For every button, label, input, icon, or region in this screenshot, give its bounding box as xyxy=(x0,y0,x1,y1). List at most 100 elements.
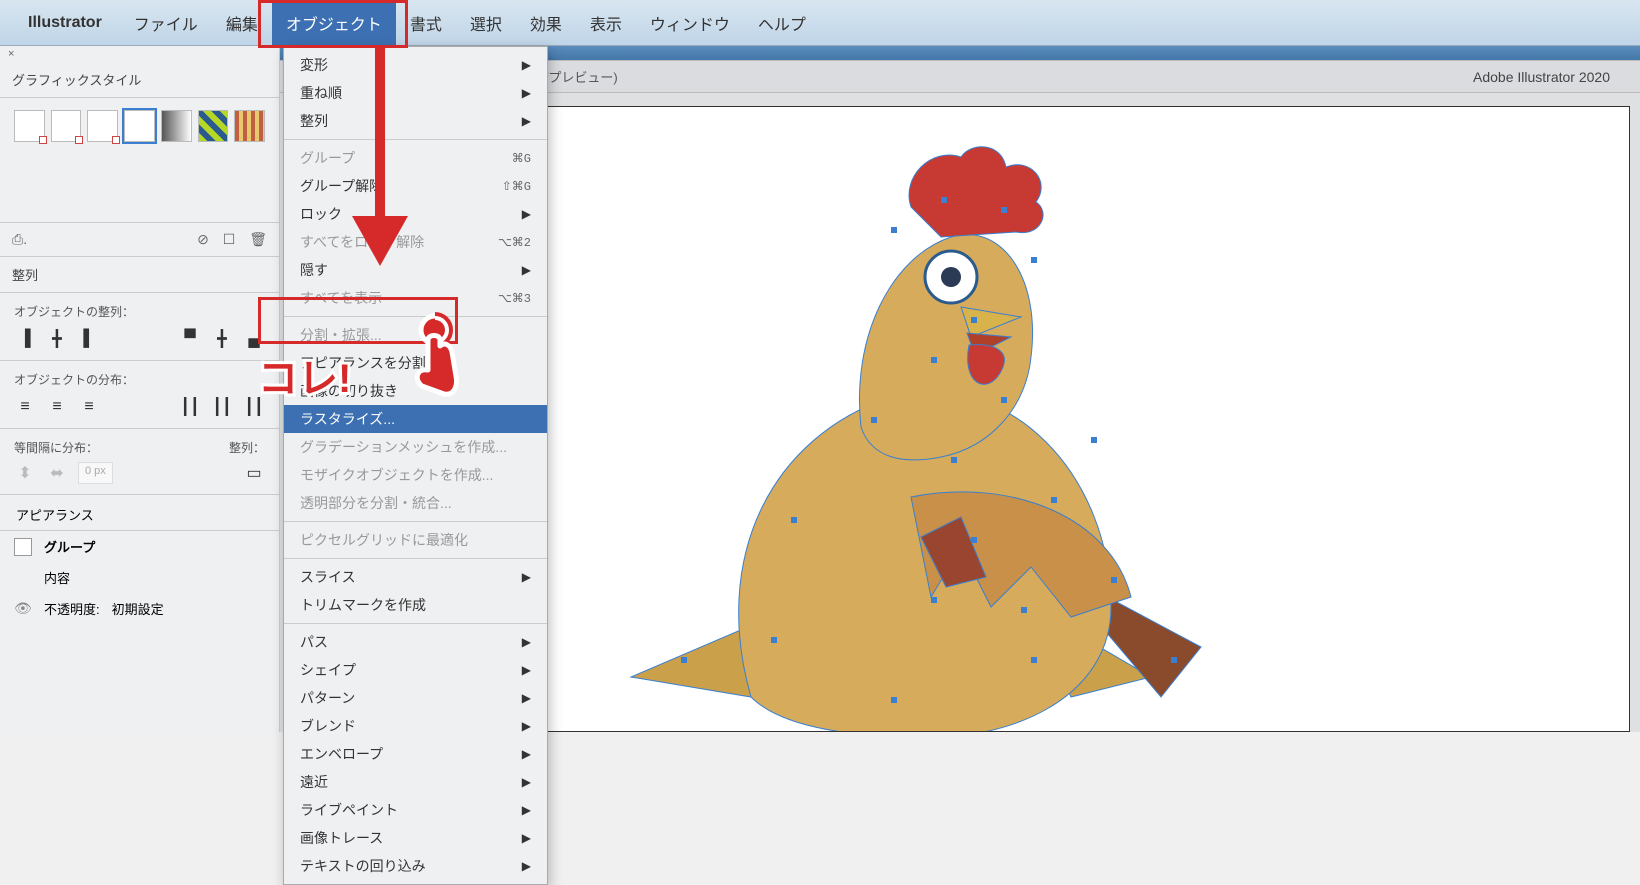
style-swatch[interactable] xyxy=(198,110,229,142)
menu-item[interactable]: シェイプ▶ xyxy=(284,656,547,684)
dist-left-icon[interactable]: ┃┃ xyxy=(179,396,201,418)
menu-separator xyxy=(284,139,547,140)
menu-file[interactable]: ファイル xyxy=(120,0,212,47)
appearance-opacity-row[interactable]: 👁 不透明度: 初期設定 xyxy=(0,593,279,624)
object-dropdown-menu: 変形▶ 重ね順 ▶ 整列 ▶ グループ ⌘G グループ解除 ⇧⌘G ロック▶ すべてをロック解除 ⌥⌘… xyxy=(283,46,548,885)
menu-item[interactable]: 遠近▶ xyxy=(284,768,547,796)
graphic-styles-grid xyxy=(0,98,279,223)
menu-select[interactable]: 選択 xyxy=(456,0,516,47)
submenu-arrow-icon: ▶ xyxy=(522,691,531,705)
menu-shortcut: ⇧⌘G xyxy=(502,179,531,194)
opacity-value[interactable]: 初期設定 xyxy=(112,599,164,618)
align-vcenter-icon[interactable]: ╋ xyxy=(211,328,233,350)
menu-item[interactable]: パターン ▶ xyxy=(284,684,547,712)
distribute-spacing-label: 等間隔に分布： xyxy=(14,439,98,456)
submenu-arrow-icon: ▶ xyxy=(522,114,531,128)
align-top-icon[interactable]: ▀ xyxy=(179,328,201,350)
submenu-arrow-icon: ▶ xyxy=(522,207,531,221)
dist-hcenter-icon[interactable]: ┃┃ xyxy=(211,396,233,418)
menu-effect[interactable]: 効果 xyxy=(516,0,576,47)
submenu-arrow-icon: ▶ xyxy=(522,86,531,100)
style-swatch[interactable] xyxy=(51,110,82,142)
menu-item[interactable]: 画像トレース▶ xyxy=(284,824,547,852)
appearance-group-row[interactable]: グループ xyxy=(0,531,279,562)
rooster-artwork[interactable] xyxy=(591,137,1291,732)
style-swatch[interactable] xyxy=(234,110,265,142)
menu-item[interactable]: エンベロープ▶ xyxy=(284,740,547,768)
align-panel-tab[interactable]: 整列 xyxy=(0,257,279,293)
align-right-icon[interactable]: ▌ xyxy=(78,328,100,350)
menu-item[interactable]: スライス▶ xyxy=(284,563,547,591)
menu-item-label: すべてをロック解除 xyxy=(300,232,424,252)
menu-shortcut: ⌥⌘3 xyxy=(498,291,531,306)
appearance-content-row[interactable]: 内容 xyxy=(0,562,279,593)
menu-view[interactable]: 表示 xyxy=(576,0,636,47)
menu-item-label: 重ね順 xyxy=(300,83,342,103)
menu-item[interactable]: パス▶ xyxy=(284,628,547,656)
menu-item[interactable]: ロック▶ xyxy=(284,200,547,228)
group-label: グループ xyxy=(44,537,95,556)
style-swatch-selected[interactable] xyxy=(124,110,155,142)
style-swatch[interactable] xyxy=(87,110,118,142)
visibility-eye-icon[interactable]: 👁 xyxy=(14,600,32,617)
menu-item[interactable]: ブレンド▶ xyxy=(284,712,547,740)
panel-close-icon[interactable]: × xyxy=(0,46,279,62)
dist-top-icon[interactable]: ≡ xyxy=(14,396,36,418)
menu-shortcut: ⌘G xyxy=(512,151,531,166)
appearance-panel: アピアランス グループ 内容 👁 不透明度: 初期設定 xyxy=(0,495,279,624)
menu-item-label: ラスタライズ... xyxy=(300,409,395,429)
menu-item-label: 整列 xyxy=(300,111,328,131)
menu-item[interactable]: トリムマークを作成 xyxy=(284,591,547,619)
menu-item[interactable]: 重ね順 ▶ xyxy=(284,79,547,107)
menu-item[interactable]: 変形▶ xyxy=(284,51,547,79)
break-link-icon[interactable]: ⊘ xyxy=(197,231,209,247)
menu-edit[interactable]: 編集 xyxy=(212,0,272,47)
menu-item[interactable]: ライブペイント▶ xyxy=(284,796,547,824)
menu-item-label: パターン xyxy=(300,688,355,708)
menu-type[interactable]: 書式 xyxy=(396,0,456,47)
menu-item-label: グループ解除 xyxy=(300,176,383,196)
menu-item-label: 透明部分を分割・統合... xyxy=(300,493,452,513)
menubar: Illustrator ファイル 編集 オブジェクト 書式 選択 効果 表示 ウ… xyxy=(0,0,1640,46)
appearance-tab[interactable]: アピアランス xyxy=(0,495,279,531)
menu-item[interactable]: 隠す ▶ xyxy=(284,256,547,284)
submenu-arrow-icon: ▶ xyxy=(522,263,531,277)
menu-item[interactable]: 整列 ▶ xyxy=(284,107,547,135)
dist-hspace-icon[interactable]: ⬌ xyxy=(46,462,68,484)
annotation-tap-hand-icon xyxy=(400,310,470,400)
menu-item-label: 隠す xyxy=(300,260,328,280)
menu-help[interactable]: ヘルプ xyxy=(744,0,820,47)
dist-vcenter-icon[interactable]: ≡ xyxy=(46,396,68,418)
menu-item: グラデーションメッシュを作成... xyxy=(284,433,547,461)
style-swatch[interactable] xyxy=(14,110,45,142)
align-left-icon[interactable]: ▐ xyxy=(14,328,36,350)
style-swatch[interactable] xyxy=(161,110,192,142)
menu-item[interactable]: グループ解除 ⇧⌘G xyxy=(284,172,547,200)
library-icon[interactable]: ⎙. xyxy=(12,231,27,248)
workspace: × グラフィックスタイル ⎙. ⊘ ☐ 🗑 整列 オブジェクトの整列： ▐ xyxy=(0,46,1640,732)
align-to-label: 整列： xyxy=(229,439,265,456)
menu-item-label: ライブペイント xyxy=(300,800,398,820)
menu-separator xyxy=(284,558,547,559)
dist-vspace-icon[interactable]: ⬍ xyxy=(14,462,36,484)
menu-window[interactable]: ウィンドウ xyxy=(636,0,744,47)
graphic-styles-panel-tab[interactable]: グラフィックスタイル xyxy=(0,62,279,98)
align-to-selection-icon[interactable]: ▭ xyxy=(243,462,265,484)
submenu-arrow-icon: ▶ xyxy=(522,747,531,761)
menu-item[interactable]: ラスタライズ... xyxy=(284,405,547,433)
app-name[interactable]: Illustrator xyxy=(28,14,102,32)
delete-style-icon[interactable]: 🗑 xyxy=(249,231,267,247)
menu-item[interactable]: テキストの回り込み▶ xyxy=(284,852,547,880)
spacing-value-field[interactable]: 0 px xyxy=(78,462,113,484)
dist-bottom-icon[interactable]: ≡ xyxy=(78,396,100,418)
opacity-label: 不透明度: xyxy=(44,599,100,618)
menu-separator xyxy=(284,623,547,624)
new-style-icon[interactable]: ☐ xyxy=(223,231,236,247)
align-hcenter-icon[interactable]: ╋ xyxy=(46,328,68,350)
menu-object[interactable]: オブジェクト xyxy=(272,0,396,47)
menu-item-label: グループ xyxy=(300,148,355,168)
menu-item-label: シェイプ xyxy=(300,660,356,680)
menu-item-label: トリムマークを作成 xyxy=(300,595,426,615)
menu-item: 透明部分を分割・統合... xyxy=(284,489,547,517)
submenu-arrow-icon: ▶ xyxy=(522,719,531,733)
